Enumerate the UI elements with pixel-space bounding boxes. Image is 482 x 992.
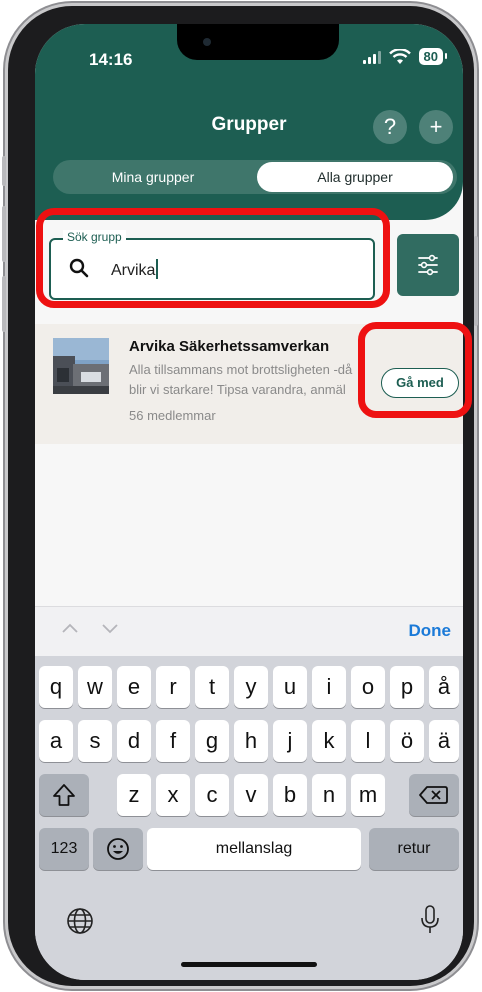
key-p[interactable]: p — [390, 666, 424, 708]
status-icons: 80 — [362, 48, 448, 65]
group-list-item[interactable]: Arvika Säkerhetssamverkan Alla tillsamma… — [35, 324, 463, 444]
phone-frame: 14:16 80 Grupper ? + Mina grupper Alla g… — [2, 6, 478, 986]
key-o[interactable]: o — [351, 666, 385, 708]
key-j[interactable]: j — [273, 720, 307, 762]
add-group-button[interactable]: + — [419, 110, 453, 144]
tab-mina-grupper[interactable]: Mina grupper — [53, 160, 253, 194]
backspace-icon — [419, 786, 448, 804]
key-u[interactable]: u — [273, 666, 307, 708]
home-indicator — [181, 962, 317, 967]
key-x[interactable]: x — [156, 774, 190, 816]
done-button[interactable]: Done — [409, 621, 452, 641]
key-d[interactable]: d — [117, 720, 151, 762]
key-q[interactable]: q — [39, 666, 73, 708]
join-button[interactable]: Gå med — [381, 368, 459, 398]
group-description-line: Alla tillsammans mot brottsligheten -då — [129, 362, 353, 377]
key-k[interactable]: k — [312, 720, 346, 762]
wifi-icon — [388, 48, 411, 64]
key-oe[interactable]: ö — [390, 720, 424, 762]
battery-icon: 80 — [418, 48, 448, 65]
key-v[interactable]: v — [234, 774, 268, 816]
numbers-key[interactable]: 123 — [39, 828, 89, 870]
key-ae[interactable]: ä — [429, 720, 459, 762]
key-t[interactable]: t — [195, 666, 229, 708]
power-button — [474, 236, 478, 326]
group-description: Alla tillsammans mot brottsligheten -då … — [129, 360, 373, 400]
key-c[interactable]: c — [195, 774, 229, 816]
space-key[interactable]: mellanslag — [147, 828, 361, 870]
key-aa[interactable]: å — [429, 666, 459, 708]
backspace-key[interactable] — [409, 774, 459, 816]
globe-icon[interactable] — [65, 906, 95, 936]
key-r[interactable]: r — [156, 666, 190, 708]
key-n[interactable]: n — [312, 774, 346, 816]
group-title: Arvika Säkerhetssamverkan — [129, 338, 330, 355]
return-key[interactable]: retur — [369, 828, 459, 870]
chevron-down-icon[interactable] — [101, 619, 119, 637]
emoji-icon — [107, 838, 129, 860]
notch — [177, 24, 339, 60]
search-icon — [69, 258, 89, 278]
microphone-icon[interactable] — [419, 904, 441, 936]
camera — [203, 38, 211, 46]
status-time: 14:16 — [89, 50, 133, 69]
key-s[interactable]: s — [78, 720, 112, 762]
key-f[interactable]: f — [156, 720, 190, 762]
key-z[interactable]: z — [117, 774, 151, 816]
shift-icon — [53, 784, 75, 806]
search-label: Sök grupp — [63, 230, 126, 244]
key-y[interactable]: y — [234, 666, 268, 708]
key-b[interactable]: b — [273, 774, 307, 816]
key-l[interactable]: l — [351, 720, 385, 762]
key-h[interactable]: h — [234, 720, 268, 762]
filter-button[interactable] — [397, 234, 459, 296]
sliders-icon — [418, 254, 438, 276]
key-e[interactable]: e — [117, 666, 151, 708]
chevron-up-icon[interactable] — [61, 619, 79, 637]
emoji-key[interactable] — [93, 828, 143, 870]
search-area: Sök grupp Arvika — [35, 220, 463, 324]
signal-icon — [362, 50, 381, 64]
volume-down-button — [2, 276, 6, 332]
help-button[interactable]: ? — [373, 110, 407, 144]
key-m[interactable]: m — [351, 774, 385, 816]
keyboard: q w e r t y u i o p å a s d f g h j k l … — [35, 656, 463, 980]
key-a[interactable]: a — [39, 720, 73, 762]
group-photo — [53, 338, 109, 394]
text-caret — [156, 259, 159, 279]
tab-alla-grupper[interactable]: Alla grupper — [257, 162, 453, 192]
group-tabs: Mina grupper Alla grupper — [53, 160, 457, 194]
search-value: Arvika — [111, 262, 156, 279]
screen: 14:16 80 Grupper ? + Mina grupper Alla g… — [35, 24, 463, 980]
member-count: 56 medlemmar — [129, 408, 216, 423]
group-thumbnail — [53, 338, 109, 394]
search-input[interactable]: Sök grupp Arvika — [49, 230, 375, 300]
silent-switch — [2, 156, 6, 186]
shift-key[interactable] — [39, 774, 89, 816]
volume-up-button — [2, 206, 6, 262]
key-w[interactable]: w — [78, 666, 112, 708]
keyboard-toolbar: Done — [35, 606, 463, 657]
key-g[interactable]: g — [195, 720, 229, 762]
group-description-line: blir vi starkare! Tipsa varandra, anmäl — [129, 382, 346, 397]
key-i[interactable]: i — [312, 666, 346, 708]
